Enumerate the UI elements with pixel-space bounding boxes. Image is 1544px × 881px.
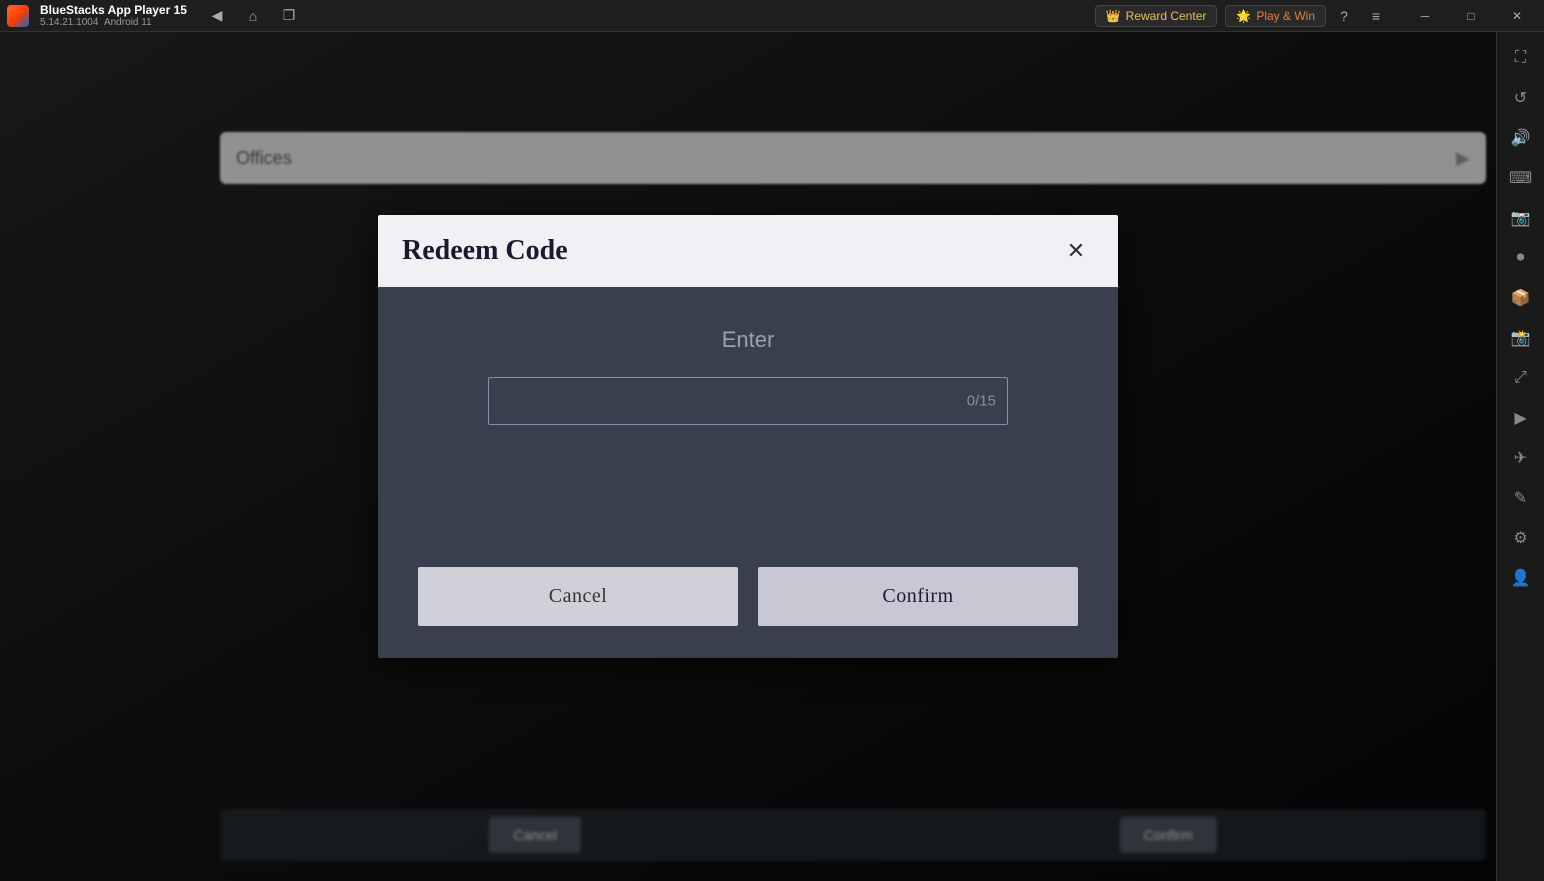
cancel-button[interactable]: Cancel xyxy=(418,567,738,626)
bs-logo-shape xyxy=(7,5,29,27)
playnwin-icon: 🌟 xyxy=(1236,9,1251,23)
modal-title: Redeem Code xyxy=(402,235,568,267)
window-controls: ─ □ ✕ xyxy=(1402,0,1540,32)
close-button[interactable]: ✕ xyxy=(1494,0,1540,32)
bluestacks-logo xyxy=(0,0,36,32)
modal-backdrop: Redeem Code ✕ Enter 0/15 Cancel Confirm xyxy=(0,32,1496,881)
apk-icon[interactable]: 📦 xyxy=(1503,280,1539,316)
camera-icon[interactable]: 📸 xyxy=(1503,320,1539,356)
titlebar-right: 👑 Reward Center 🌟 Play & Win ? ≡ ─ □ ✕ xyxy=(1095,0,1540,32)
modal-body: Enter 0/15 xyxy=(378,287,1118,567)
app-version: 5.14.21.1004 Android 11 xyxy=(40,17,187,28)
home-button[interactable]: ⌂ xyxy=(239,2,267,30)
reward-center-button[interactable]: 👑 Reward Center xyxy=(1095,5,1218,27)
titlebar: BlueStacks App Player 15 5.14.21.1004 An… xyxy=(0,0,1544,32)
right-sidebar: ⛶ ↺ 🔊 ⌨ 📷 ⏺ 📦 📸 ⤢ ▶ ✈ ✎ ⚙ 👤 xyxy=(1496,32,1544,881)
keyboard-icon[interactable]: ⌨ xyxy=(1503,160,1539,196)
copy-button[interactable]: ❐ xyxy=(275,2,303,30)
resize-icon[interactable]: ⤢ xyxy=(1503,360,1539,396)
menu-button[interactable]: ≡ xyxy=(1362,2,1390,30)
profile-icon[interactable]: 👤 xyxy=(1503,560,1539,596)
app-title: BlueStacks App Player 15 xyxy=(40,3,187,17)
back-button[interactable]: ◀ xyxy=(203,2,231,30)
code-input[interactable] xyxy=(488,377,1008,425)
reward-icon: 👑 xyxy=(1106,9,1121,23)
code-input-wrapper: 0/15 xyxy=(488,377,1008,425)
brush-icon[interactable]: ✎ xyxy=(1503,480,1539,516)
confirm-button[interactable]: Confirm xyxy=(758,567,1078,626)
screenshot-icon[interactable]: 📷 xyxy=(1503,200,1539,236)
fullscreen-icon[interactable]: ⛶ xyxy=(1503,40,1539,76)
titlebar-nav: ◀ ⌂ ❐ xyxy=(203,2,303,30)
help-button[interactable]: ? xyxy=(1330,2,1358,30)
volume-icon[interactable]: 🔊 xyxy=(1503,120,1539,156)
main-content: Offices ▶ Cancel Confirm Redeem Code ✕ E… xyxy=(0,32,1496,881)
modal-header: Redeem Code ✕ xyxy=(378,215,1118,287)
enter-label: Enter xyxy=(722,327,775,353)
reward-label: Reward Center xyxy=(1126,9,1207,23)
modal-footer: Cancel Confirm xyxy=(378,567,1118,658)
app-name-display: BlueStacks App Player 15 5.14.21.1004 An… xyxy=(40,3,187,28)
playnwin-label: Play & Win xyxy=(1256,9,1315,23)
minimize-button[interactable]: ─ xyxy=(1402,0,1448,32)
settings-icon[interactable]: ⚙ xyxy=(1503,520,1539,556)
play-win-button[interactable]: 🌟 Play & Win xyxy=(1225,5,1326,27)
maximize-button[interactable]: □ xyxy=(1448,0,1494,32)
record-icon[interactable]: ⏺ xyxy=(1503,240,1539,276)
rotate-icon[interactable]: ↺ xyxy=(1503,80,1539,116)
modal-close-button[interactable]: ✕ xyxy=(1058,233,1094,269)
redeem-code-modal: Redeem Code ✕ Enter 0/15 Cancel Confirm xyxy=(378,215,1118,658)
fly-icon[interactable]: ✈ xyxy=(1503,440,1539,476)
macro-icon[interactable]: ▶ xyxy=(1503,400,1539,436)
